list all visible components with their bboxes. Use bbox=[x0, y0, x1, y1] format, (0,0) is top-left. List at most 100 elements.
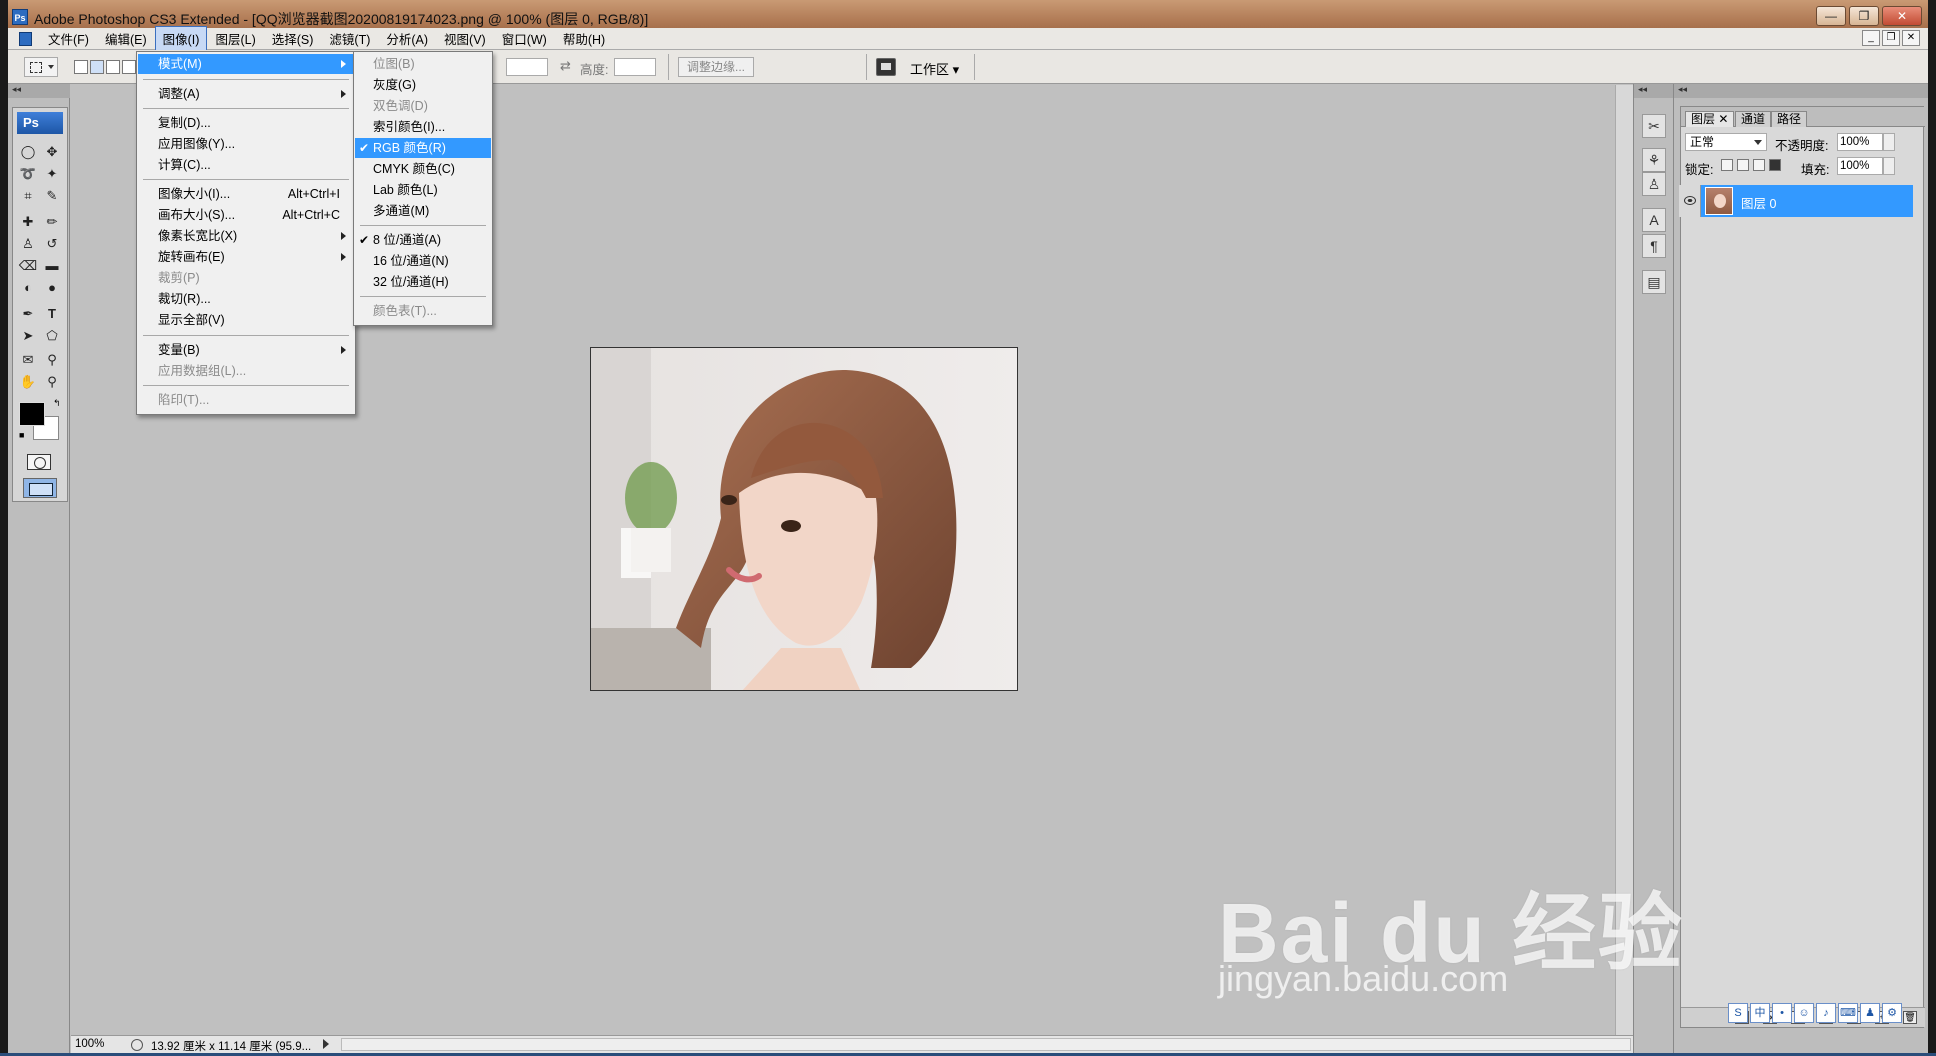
minimize-icon[interactable]: — bbox=[1816, 6, 1846, 26]
lock-transparent-icon[interactable] bbox=[1721, 159, 1733, 171]
magic-wand-tool-icon[interactable]: ✦ bbox=[41, 164, 63, 184]
ime-user-icon[interactable]: ♟ bbox=[1860, 1003, 1880, 1023]
image-menu-apply-image[interactable]: 应用图像(Y)... bbox=[138, 134, 354, 154]
menu-analysis[interactable]: 分析(A) bbox=[378, 26, 436, 51]
tab-channels[interactable]: 通道 bbox=[1735, 111, 1772, 127]
menu-file[interactable]: 文件(F) bbox=[40, 26, 97, 51]
collapse-dock-icon[interactable]: ◂◂ bbox=[8, 84, 70, 98]
lock-all-icon[interactable] bbox=[1769, 159, 1781, 171]
marquee-tool-icon[interactable]: ◯ bbox=[17, 142, 39, 162]
brush-tool-icon[interactable]: ✏ bbox=[41, 212, 63, 232]
eyedropper-tool-icon[interactable]: ⚲ bbox=[41, 350, 63, 370]
width-input[interactable] bbox=[506, 58, 548, 76]
zoom-level[interactable]: 100% bbox=[75, 1038, 117, 1050]
tool-presets-icon[interactable]: ✂ bbox=[1642, 114, 1666, 138]
image-menu-reveal-all[interactable]: 显示全部(V) bbox=[138, 310, 354, 330]
mode-indexed-color[interactable]: 索引颜色(I)... bbox=[355, 117, 491, 137]
ime-settings-icon[interactable]: ⚙ bbox=[1882, 1003, 1902, 1023]
mode-32-bit[interactable]: 32 位/通道(H) bbox=[355, 272, 491, 292]
menu-image[interactable]: 图像(I) bbox=[154, 26, 208, 51]
document-image[interactable] bbox=[590, 347, 1018, 691]
move-tool-icon[interactable]: ✥ bbox=[41, 142, 63, 162]
lock-position-icon[interactable] bbox=[1753, 159, 1765, 171]
tab-paths[interactable]: 路径 bbox=[1771, 111, 1808, 127]
mode-cmyk-color[interactable]: CMYK 颜色(C) bbox=[355, 159, 491, 179]
default-colors-icon[interactable]: ■ bbox=[19, 430, 29, 440]
paragraph-icon[interactable]: ¶ bbox=[1642, 234, 1666, 258]
fill-input[interactable]: 100% bbox=[1837, 157, 1883, 175]
clone-source-icon[interactable]: ♙ bbox=[1642, 172, 1666, 196]
clone-stamp-icon[interactable]: ♙ bbox=[17, 234, 39, 254]
lock-image-icon[interactable] bbox=[1737, 159, 1749, 171]
doc-restore-icon[interactable]: ❐ bbox=[1882, 30, 1900, 46]
gradient-tool-icon[interactable]: ▬ bbox=[41, 256, 63, 276]
mode-multichannel[interactable]: 多通道(M) bbox=[355, 201, 491, 221]
mode-16-bit[interactable]: 16 位/通道(N) bbox=[355, 251, 491, 271]
image-menu-canvas-size[interactable]: 画布大小(S)... Alt+Ctrl+C bbox=[138, 205, 354, 225]
image-menu-rotate-canvas[interactable]: 旋转画布(E) bbox=[138, 247, 354, 267]
healing-brush-icon[interactable]: ✚ bbox=[17, 212, 39, 232]
image-menu-pixel-aspect[interactable]: 像素长宽比(X) bbox=[138, 226, 354, 246]
shape-tool-icon[interactable]: ⬠ bbox=[41, 326, 63, 346]
ime-chinese-icon[interactable]: 中 bbox=[1750, 1003, 1770, 1023]
type-tool-icon[interactable]: T bbox=[41, 304, 63, 324]
history-brush-icon[interactable]: ↺ bbox=[41, 234, 63, 254]
intersect-selection-icon[interactable] bbox=[122, 60, 136, 74]
zoom-tool-icon[interactable]: ⚲ bbox=[41, 372, 63, 392]
menu-select[interactable]: 选择(S) bbox=[264, 26, 322, 51]
ime-keyboard-icon[interactable]: ⌨ bbox=[1838, 1003, 1858, 1023]
document-profile-icon[interactable] bbox=[131, 1039, 143, 1051]
swap-colors-icon[interactable]: ↰ bbox=[53, 398, 63, 408]
opacity-input[interactable]: 100% bbox=[1837, 133, 1883, 151]
image-menu-trim[interactable]: 裁切(R)... bbox=[138, 289, 354, 309]
new-selection-icon[interactable] bbox=[74, 60, 88, 74]
mode-rgb-color[interactable]: ✔ RGB 颜色(R) bbox=[355, 138, 491, 158]
menu-help[interactable]: 帮助(H) bbox=[555, 26, 613, 51]
document-icon[interactable] bbox=[14, 30, 36, 48]
mode-lab-color[interactable]: Lab 颜色(L) bbox=[355, 180, 491, 200]
menu-filter[interactable]: 滤镜(T) bbox=[321, 26, 378, 51]
workspace-button[interactable]: 工作区 ▾ bbox=[910, 59, 959, 78]
tab-layers[interactable]: 图层 ✕ bbox=[1685, 111, 1735, 127]
blend-mode-select[interactable]: 正常 bbox=[1685, 133, 1767, 151]
swap-dimensions-icon[interactable]: ⇄ bbox=[560, 58, 571, 74]
mode-8-bit[interactable]: ✔ 8 位/通道(A) bbox=[355, 230, 491, 250]
subtract-selection-icon[interactable] bbox=[106, 60, 120, 74]
ime-emoji-icon[interactable]: ☺ bbox=[1794, 1003, 1814, 1023]
bridge-icon[interactable] bbox=[876, 58, 896, 76]
refine-edge-button[interactable]: 调整边缘... bbox=[678, 57, 755, 77]
path-selection-icon[interactable]: ➤ bbox=[17, 326, 39, 346]
close-icon[interactable]: ✕ bbox=[1882, 6, 1922, 26]
foreground-color-swatch[interactable] bbox=[19, 402, 45, 426]
brushes-icon[interactable]: ⚘ bbox=[1642, 148, 1666, 172]
menu-view[interactable]: 视图(V) bbox=[436, 26, 494, 51]
menu-edit[interactable]: 编辑(E) bbox=[97, 26, 155, 51]
menu-layer[interactable]: 图层(L) bbox=[207, 26, 263, 51]
crop-tool-icon[interactable]: ⌗ bbox=[17, 186, 39, 206]
image-menu-calculations[interactable]: 计算(C)... bbox=[138, 155, 354, 175]
quick-mask-icon[interactable] bbox=[27, 454, 51, 470]
height-input[interactable] bbox=[614, 58, 656, 76]
character-icon[interactable]: A bbox=[1642, 208, 1666, 232]
photoshop-badge-icon[interactable]: Ps bbox=[17, 112, 63, 134]
image-menu-duplicate[interactable]: 复制(D)... bbox=[138, 113, 354, 133]
opacity-slider-arrow-icon[interactable] bbox=[1883, 133, 1895, 151]
fill-slider-arrow-icon[interactable] bbox=[1883, 157, 1895, 175]
collapse-layers-dock-icon[interactable]: ◂◂ bbox=[1674, 84, 1928, 98]
notes-tool-icon[interactable]: ✉ bbox=[17, 350, 39, 370]
eyedropper-slice-icon[interactable]: ✎ bbox=[41, 186, 63, 206]
lasso-tool-icon[interactable]: ➰ bbox=[17, 164, 39, 184]
image-menu-mode[interactable]: 模式(M) bbox=[138, 54, 354, 74]
restore-icon[interactable]: ❐ bbox=[1849, 6, 1879, 26]
dodge-tool-icon[interactable]: ● bbox=[41, 278, 63, 298]
tool-preset-picker[interactable] bbox=[24, 57, 58, 77]
ime-punct-icon[interactable]: • bbox=[1772, 1003, 1792, 1023]
screen-mode-icon[interactable] bbox=[23, 478, 57, 498]
ime-voice-icon[interactable]: ♪ bbox=[1816, 1003, 1836, 1023]
expand-dock-icon[interactable]: ◂◂ bbox=[1634, 84, 1674, 98]
visibility-eye-icon[interactable] bbox=[1679, 185, 1701, 217]
layer-comps-icon[interactable]: ▤ bbox=[1642, 270, 1666, 294]
status-menu-arrow-icon[interactable] bbox=[323, 1039, 329, 1049]
menu-window[interactable]: 窗口(W) bbox=[494, 26, 555, 51]
mode-grayscale[interactable]: 灰度(G) bbox=[355, 75, 491, 95]
